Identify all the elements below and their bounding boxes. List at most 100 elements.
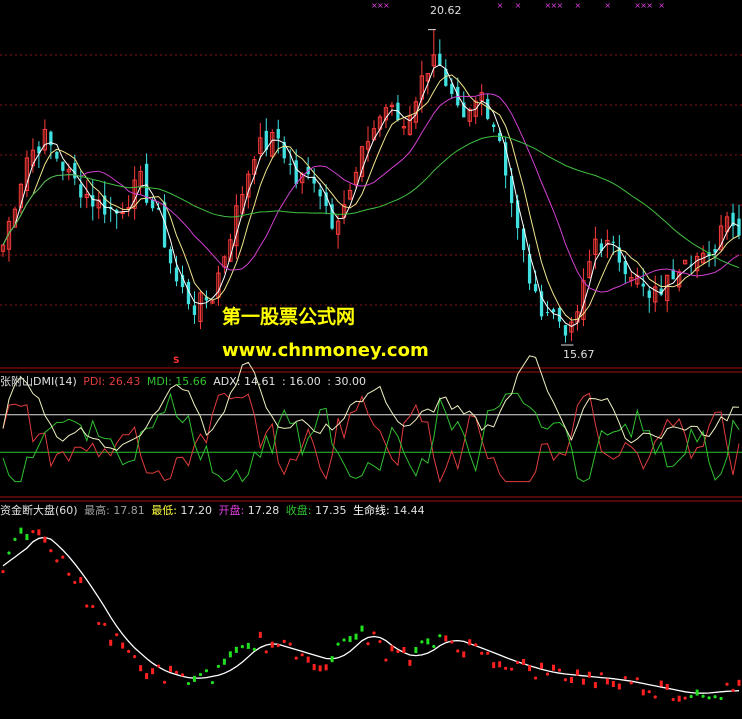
gold-dot	[719, 696, 723, 701]
gold-bar	[234, 646, 238, 653]
candle-body-down	[498, 133, 502, 141]
gold-dot	[115, 633, 119, 637]
adx-label: ADX:	[213, 375, 241, 388]
ref-separator-1: :	[282, 375, 286, 388]
gold-bar	[540, 662, 544, 669]
gold-dot	[599, 672, 603, 676]
gold-bar	[270, 641, 274, 648]
gold-dot	[85, 604, 89, 608]
gold-bar	[462, 651, 466, 658]
candle-body-down	[486, 99, 490, 119]
adx-line	[2, 355, 740, 451]
candle-body-down	[276, 128, 280, 139]
gold-bar	[246, 642, 250, 649]
gold-dot	[510, 667, 514, 671]
candle-body-down	[174, 267, 179, 282]
mdi-line	[2, 392, 740, 483]
gold-dot	[162, 680, 167, 684]
gold-bar	[139, 665, 143, 672]
pdi-line	[2, 392, 740, 484]
gold-bar	[390, 645, 394, 652]
gold-indicator-name[interactable]: 资金断大盘(60)	[0, 504, 78, 517]
gold-dot	[127, 649, 131, 654]
gold-bar	[258, 631, 262, 638]
candle-body-down	[73, 162, 77, 179]
gold-bar	[360, 625, 364, 632]
signal-x-mark: ×	[574, 1, 581, 10]
candle-body-down	[492, 124, 496, 128]
gold-dot	[13, 537, 17, 541]
ref-line-2-value: 30.00	[334, 375, 366, 388]
gold-dot	[342, 638, 346, 642]
ma-magenta-line	[2, 93, 740, 293]
gold-dot	[438, 634, 442, 638]
gold-bar	[228, 651, 232, 658]
gold-bar	[665, 683, 669, 690]
gold-bar	[605, 678, 609, 685]
gold-high-value: 17.81	[113, 504, 145, 517]
mdi-label: MDI:	[146, 375, 172, 388]
gold-dot	[61, 555, 65, 559]
gold-dot	[533, 676, 538, 680]
gold-dot	[647, 690, 651, 694]
gold-dot	[504, 666, 508, 670]
gold-bar	[222, 658, 226, 665]
gold-dot	[288, 642, 292, 646]
dmi-indicator-name[interactable]: 张附山DMI(14)	[0, 375, 77, 388]
ma-green-line	[2, 135, 740, 269]
gold-high-label: 最高:	[84, 504, 110, 517]
gold-bar	[569, 676, 573, 683]
gold-dot	[456, 649, 460, 653]
sell-signal-mark: S	[173, 356, 180, 366]
gold-dot	[210, 680, 215, 685]
dmi-info-bar: 张附山DMI(14) PDI: 26.43 MDI: 15.66 ADX: 14…	[0, 373, 369, 389]
candle-body-down	[192, 305, 197, 315]
candle-body-down	[641, 283, 645, 287]
gold-dot	[91, 604, 95, 609]
gold-dot	[180, 673, 185, 677]
gold-dot	[366, 642, 370, 646]
gold-dot	[725, 682, 729, 686]
gold-dot	[420, 640, 424, 644]
signal-x-mark: ×	[556, 1, 563, 10]
gold-dot	[707, 696, 711, 700]
candle-body-down	[79, 184, 83, 198]
gold-bar	[444, 635, 448, 642]
gold-bar	[492, 662, 496, 669]
gold-bar	[677, 695, 681, 702]
gold-dot	[671, 697, 675, 702]
low-price-label: 15.67	[563, 348, 595, 361]
candle-body-down	[647, 290, 651, 298]
gold-bar	[306, 656, 310, 663]
gold-dot	[689, 694, 693, 699]
gold-dot	[67, 572, 71, 576]
candle-body-down	[318, 189, 322, 197]
stock-chart[interactable]: × × × × × × × × × × × × × × 20.62 15.67 S 第一股票公式网 www…	[0, 0, 742, 715]
life-line	[2, 536, 740, 694]
gold-dot	[378, 639, 382, 644]
gold-dot	[252, 647, 256, 651]
gold-bar	[414, 647, 418, 654]
gold-dot	[216, 664, 221, 668]
signal-x-mark: ×	[497, 1, 504, 10]
gold-bar	[575, 669, 579, 676]
signal-x-mark: ×	[658, 1, 665, 10]
gold-dot	[31, 530, 35, 534]
gold-bar	[659, 680, 663, 687]
gold-dot	[701, 694, 705, 698]
gold-low-value: 17.20	[180, 504, 213, 517]
gold-dot	[174, 670, 179, 674]
gold-dot	[683, 696, 687, 700]
gold-dot	[103, 622, 107, 627]
gold-dot	[396, 649, 400, 654]
gold-dot	[276, 643, 280, 648]
gold-dot	[635, 677, 639, 681]
gold-dot	[557, 668, 562, 672]
candle-body-up	[120, 212, 125, 215]
gold-info-bar: 资金断大盘(60) 最高: 17.81 最低: 17.20 开盘: 17.28 …	[0, 502, 428, 518]
gold-bar	[402, 646, 406, 653]
signal-x-mark: ×	[515, 1, 522, 10]
adx-value: 14.61	[244, 375, 276, 388]
candle-body-down	[563, 324, 568, 336]
gold-bar	[121, 642, 125, 649]
